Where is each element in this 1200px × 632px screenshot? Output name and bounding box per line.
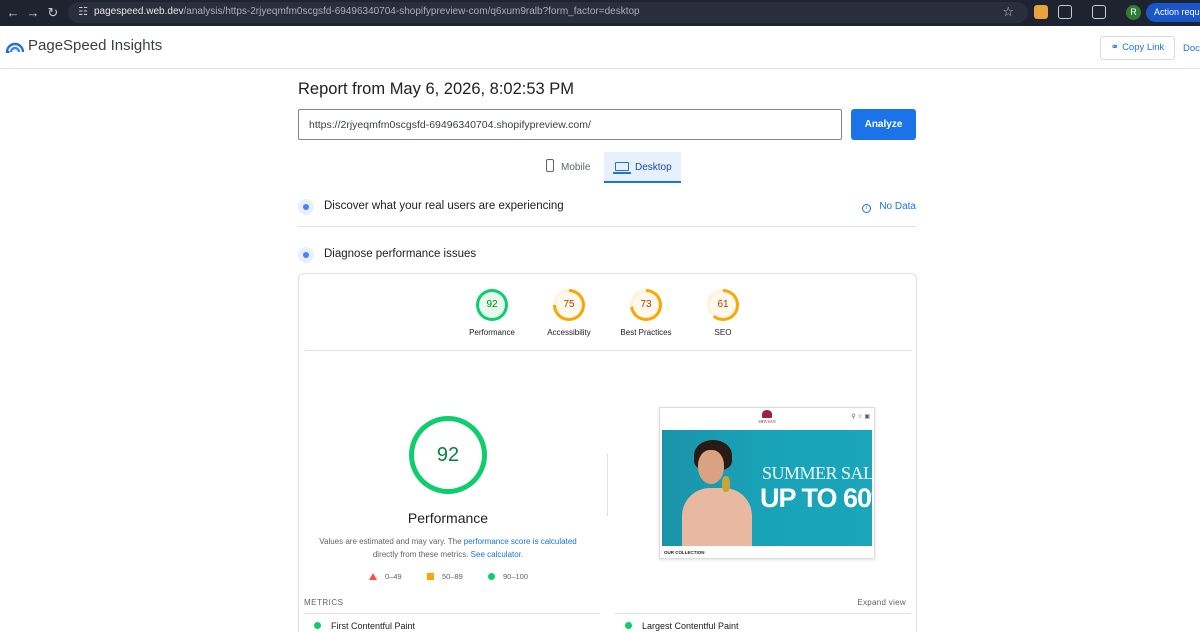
app-header: PageSpeed Insights ⚭Copy Link Docs <box>0 26 1200 69</box>
score-label: SEO <box>714 328 732 337</box>
phone-icon <box>546 159 554 172</box>
screenshot-site-header: SHIVSAN ⚲ ☆ ▣ <box>660 408 874 430</box>
no-data-link[interactable]: i No Data <box>862 201 916 213</box>
bookmark-star-icon[interactable]: ☆ <box>1002 4 1014 20</box>
address-url: pagespeed.web.dev/analysis/https-2rjyeqm… <box>94 6 640 17</box>
screenshot-model-image <box>680 436 752 546</box>
legend-average: 50–89 <box>427 572 463 581</box>
metric-fcp: First Contentful Paint <box>314 621 415 631</box>
pass-circle-icon <box>625 622 632 629</box>
reload-icon[interactable]: ↻ <box>44 4 62 22</box>
docs-link[interactable]: Docs <box>1183 43 1200 54</box>
card-divider <box>305 350 912 351</box>
url-input[interactable] <box>298 109 842 140</box>
report-title: Report from May 6, 2026, 8:02:53 PM <box>298 80 575 98</box>
score-ring: 92 <box>476 289 508 321</box>
final-screenshot: SHIVSAN ⚲ ☆ ▣ SUMMER SALE UP TO 60% OUR … <box>659 407 875 559</box>
lab-data-section: Diagnose performance issues <box>298 246 916 266</box>
section-divider <box>298 226 916 227</box>
extensions-puzzle-icon[interactable] <box>1058 5 1072 19</box>
profile-avatar[interactable]: R <box>1126 5 1141 20</box>
expand-view-toggle[interactable]: Expand view <box>857 598 906 607</box>
screenshot-brand-logo: SHIVSAN <box>752 410 782 424</box>
estimate-note: Values are estimated and may vary. The p… <box>319 537 577 559</box>
score-ring: 61 <box>707 289 739 321</box>
vertical-divider <box>607 454 608 516</box>
pass-circle-icon <box>314 622 321 629</box>
circle-icon <box>488 573 495 580</box>
field-data-section: Discover what your real users are experi… <box>298 198 916 218</box>
legend-pass: 90–100 <box>488 572 528 581</box>
screenshot-caption: OUR COLLECTION <box>664 550 705 555</box>
performance-score-gauge: 92 <box>409 416 487 494</box>
analyze-button[interactable]: Analyze <box>851 109 916 140</box>
app-title: PageSpeed Insights <box>28 37 163 54</box>
score-legend: 0–49 50–89 90–100 <box>369 572 549 584</box>
diagnose-heading: Diagnose performance issues <box>324 248 477 260</box>
metric-lcp: Largest Contentful Paint <box>625 621 739 631</box>
copy-link-button[interactable]: ⚭ Copy Link <box>1100 36 1175 60</box>
metrics-heading: METRICS <box>304 598 344 607</box>
score-ring: 75 <box>553 289 585 321</box>
pagespeed-logo-icon <box>6 42 24 53</box>
performance-heading: Performance <box>407 510 489 526</box>
triangle-icon <box>369 573 377 580</box>
back-icon[interactable]: ← <box>4 4 22 22</box>
extension-icon[interactable] <box>1034 5 1048 19</box>
tab-mobile[interactable]: Mobile <box>537 152 603 183</box>
forward-icon[interactable]: → <box>24 4 42 22</box>
metrics-divider-right <box>615 613 911 614</box>
field-data-heading: Discover what your real users are experi… <box>324 200 564 212</box>
screenshot-headline-bottom: UP TO 60% <box>760 483 872 513</box>
laptop-icon <box>613 162 631 174</box>
browser-toolbar: ← → ↻ ☷ pagespeed.web.dev/analysis/https… <box>0 0 1200 26</box>
crux-users-icon <box>298 199 314 215</box>
lighthouse-report-card: 92 Performance 75 Accessibility 73 Best … <box>298 273 917 632</box>
link-icon: ⚭ <box>1110 42 1120 53</box>
action-required-button[interactable]: Action required <box>1146 3 1200 22</box>
info-icon: i <box>862 204 872 213</box>
score-calculated-link[interactable]: performance score is calculated <box>464 537 577 546</box>
see-calculator-link[interactable]: See calculator. <box>471 550 523 559</box>
address-bar[interactable]: ☷ pagespeed.web.dev/analysis/https-2rjye… <box>68 2 1028 23</box>
screenshot-headline-top: SUMMER SALE <box>762 463 872 483</box>
square-icon <box>427 573 434 580</box>
lighthouse-diagnose-icon <box>298 247 314 263</box>
side-panel-icon[interactable] <box>1092 5 1106 19</box>
legend-fail: 0–49 <box>369 572 402 581</box>
score-ring: 73 <box>630 289 662 321</box>
site-info-icon[interactable]: ☷ <box>76 5 90 19</box>
score-gauge-seo[interactable]: 61 SEO <box>678 289 768 337</box>
metrics-divider-left <box>304 613 600 614</box>
tab-desktop[interactable]: Desktop <box>604 152 681 183</box>
screenshot-header-icons: ⚲ ☆ ▣ <box>851 414 870 420</box>
screenshot-hero-banner: SUMMER SALE UP TO 60% <box>662 430 872 546</box>
